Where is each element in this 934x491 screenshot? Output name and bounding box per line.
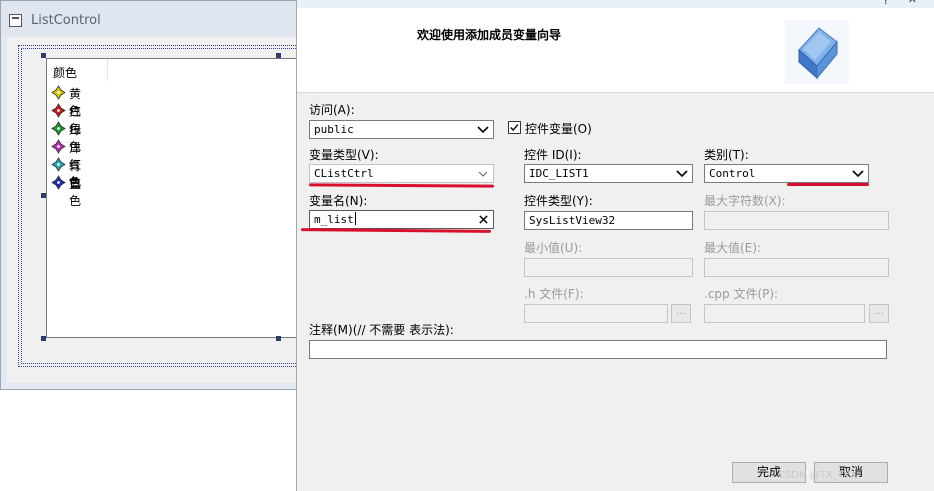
color-item-icon bbox=[51, 103, 66, 118]
max-chars-label: 最大字符数(X): bbox=[704, 194, 786, 208]
cpp-file-browse-button: ... bbox=[869, 304, 889, 323]
list-column-header[interactable]: 颜色 bbox=[47, 59, 108, 81]
color-item-icon bbox=[51, 121, 66, 136]
list-column-header-label: 颜色 bbox=[53, 66, 78, 80]
resize-handle[interactable] bbox=[41, 336, 46, 341]
list-control[interactable]: 颜色 黄色 红色 绿色 洋红色 青色 蓝色 bbox=[46, 58, 300, 338]
var-type-combo[interactable]: CListCtrl bbox=[309, 164, 494, 183]
control-type-label: 控件类型(Y): bbox=[524, 194, 593, 208]
h-file-input bbox=[524, 304, 668, 323]
comment-label: 注释(M)(// 不需要 表示法): bbox=[309, 323, 454, 337]
chevron-down-icon bbox=[477, 126, 489, 134]
var-type-value: CListCtrl bbox=[314, 167, 374, 180]
list-item-label: 蓝色 bbox=[69, 177, 82, 208]
chevron-down-icon bbox=[478, 171, 488, 177]
control-id-value: IDC_LIST1 bbox=[529, 167, 589, 180]
annotation-underline bbox=[787, 183, 869, 186]
h-file-browse-button: ... bbox=[671, 304, 691, 323]
wizard-heading: 欢迎使用添加成员变量向导 bbox=[417, 28, 562, 42]
control-variable-checkbox[interactable] bbox=[508, 121, 521, 134]
chevron-down-icon bbox=[852, 170, 864, 178]
min-value-label: 最小值(U): bbox=[524, 241, 583, 255]
color-item-icon bbox=[51, 139, 66, 154]
wizard-cube-icon bbox=[785, 20, 849, 84]
color-item-icon bbox=[51, 175, 66, 190]
chevron-down-icon bbox=[676, 170, 688, 178]
h-file-label: .h 文件(F): bbox=[524, 287, 584, 301]
max-value-input bbox=[704, 258, 889, 277]
control-variable-label: 控件变量(O) bbox=[525, 122, 592, 136]
clear-icon[interactable] bbox=[478, 214, 489, 225]
max-value-label: 最大值(E): bbox=[704, 241, 761, 255]
add-member-variable-dialog: ? ✕ 欢迎使用添加成员变量向导 访问(A): public 控件变量(O) 变… bbox=[296, 0, 934, 491]
var-name-label: 变量名(N): bbox=[309, 194, 368, 208]
var-name-value: m_list bbox=[314, 213, 354, 226]
dialog-header-banner: 欢迎使用添加成员变量向导 bbox=[297, 8, 934, 93]
annotation-underline bbox=[300, 228, 492, 233]
category-combo[interactable]: Control bbox=[704, 164, 869, 183]
control-type-value: SysListView32 bbox=[529, 214, 616, 227]
text-caret bbox=[354, 212, 356, 225]
control-id-label: 控件 ID(I): bbox=[524, 148, 582, 162]
category-value: Control bbox=[709, 167, 756, 180]
resize-handle[interactable] bbox=[41, 193, 46, 198]
dialog-titlebar[interactable]: ? ✕ bbox=[297, 0, 934, 8]
category-label: 类别(T): bbox=[704, 148, 749, 162]
var-name-input[interactable]: m_list bbox=[309, 210, 494, 229]
comment-input[interactable] bbox=[309, 340, 887, 359]
checkmark-icon bbox=[510, 124, 519, 132]
watermark-text: CSDN @TX_TYX bbox=[778, 470, 857, 481]
resize-handle[interactable] bbox=[276, 336, 281, 341]
resize-handle[interactable] bbox=[41, 53, 46, 58]
help-icon[interactable]: ? bbox=[883, 0, 889, 7]
cpp-file-label: .cpp 文件(P): bbox=[704, 287, 779, 301]
access-value: public bbox=[314, 123, 354, 136]
control-id-combo[interactable]: IDC_LIST1 bbox=[524, 164, 693, 183]
color-item-icon bbox=[51, 157, 66, 172]
control-type-input[interactable]: SysListView32 bbox=[524, 211, 693, 230]
color-item-icon bbox=[51, 85, 66, 100]
app-icon bbox=[9, 14, 22, 27]
listcontrol-titlebar[interactable]: ListControl bbox=[1, 1, 301, 37]
close-icon[interactable]: ✕ bbox=[908, 0, 917, 6]
access-combo[interactable]: public bbox=[309, 120, 494, 139]
var-type-label: 变量类型(V): bbox=[309, 148, 379, 162]
cpp-file-input bbox=[704, 304, 865, 323]
listcontrol-title: ListControl bbox=[31, 13, 101, 28]
annotation-underline bbox=[308, 183, 495, 188]
access-label: 访问(A): bbox=[309, 103, 355, 117]
min-value-input bbox=[524, 258, 693, 277]
resize-handle[interactable] bbox=[276, 53, 281, 58]
max-chars-input bbox=[704, 211, 889, 230]
